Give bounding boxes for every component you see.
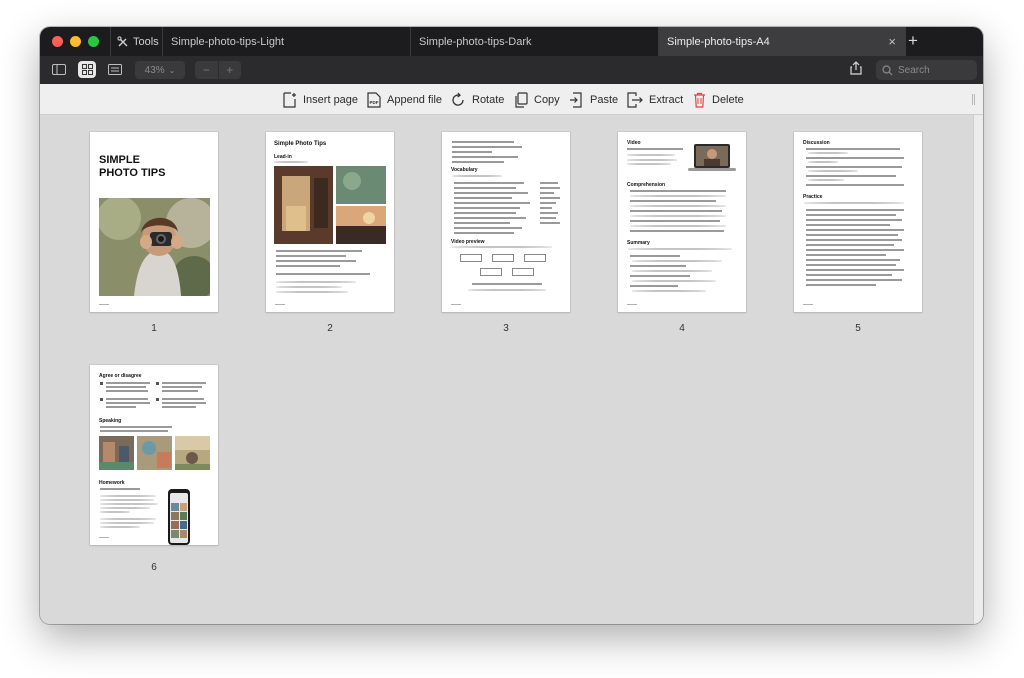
share-icon [850, 61, 862, 75]
tools-icon [117, 35, 128, 46]
page-footer [451, 304, 461, 305]
sidebar-toggle-button[interactable] [50, 61, 68, 78]
copy-label: Copy [534, 94, 560, 106]
section-heading: Summary [627, 240, 650, 246]
lead-in-photos [274, 166, 386, 244]
chevron-down-icon: ⌄ [168, 65, 176, 75]
section-heading: Video [627, 140, 641, 146]
sidebar-icon [52, 64, 66, 75]
rotate-icon [452, 92, 464, 106]
page-thumbnail-2[interactable]: Simple Photo Tips Lead-in [266, 132, 394, 312]
page-number-1: 1 [151, 323, 157, 334]
page-number-6: 6 [151, 562, 157, 573]
search-field[interactable]: Search [876, 60, 977, 80]
app-window: Tools Simple-photo-tips-Light Simple-pho… [40, 27, 983, 624]
share-button[interactable] [850, 61, 862, 80]
section-heading: Vocabulary [451, 167, 478, 173]
section-heading: Speaking [99, 418, 122, 424]
close-window-button[interactable] [52, 36, 63, 47]
section-heading: Comprehension [627, 182, 666, 188]
section-heading: Agree or disagree [99, 373, 142, 379]
page-view-button[interactable] [106, 61, 124, 78]
pdf-file-icon: PDF [367, 92, 381, 108]
page-thumbnail-3[interactable]: Vocabulary Video preview [442, 132, 570, 312]
search-placeholder: Search [898, 64, 930, 76]
page-grid: SIMPLE PHOTO TIPS 1 Simple Photo Tips Le… [40, 115, 973, 624]
tab-label: Simple-photo-tips-Light [171, 35, 285, 48]
tools-tab[interactable]: Tools [110, 27, 162, 56]
insert-page-label: Insert page [303, 94, 359, 106]
extract-button[interactable]: Extract [627, 91, 683, 109]
section-heading: Video preview [451, 239, 485, 245]
page-footer [627, 304, 637, 305]
tab-simple-photo-tips-dark[interactable]: Simple-photo-tips-Dark [410, 27, 658, 56]
page-footer [99, 304, 109, 305]
zoom-out-button[interactable]: − [195, 61, 218, 79]
append-file-button[interactable]: PDF Append file [367, 91, 442, 109]
insert-page-button[interactable]: Insert page [283, 91, 358, 109]
page-actions-toolbar: Insert page PDF Append file Rotate Copy [40, 84, 983, 115]
page-number-3: 3 [503, 323, 509, 334]
delete-label: Delete [712, 94, 744, 106]
page-title: Simple Photo Tips [274, 141, 327, 147]
svg-text:PDF: PDF [370, 100, 379, 105]
grid-view-button[interactable] [78, 61, 96, 78]
search-icon [882, 64, 893, 75]
page-thumbnail-1[interactable]: SIMPLE PHOTO TIPS [90, 132, 218, 312]
zoom-value: 43% [144, 64, 165, 76]
page-footer [803, 304, 813, 305]
window-controls [52, 36, 99, 47]
extract-icon [627, 92, 643, 108]
zoom-in-button[interactable]: + [217, 61, 242, 79]
zoom-stepper: − + [195, 61, 241, 79]
paste-icon [570, 92, 582, 108]
section-heading: Discussion [803, 140, 830, 146]
copy-icon [515, 92, 528, 108]
page-thumbnail-4[interactable]: Video Comprehension Summary [618, 132, 746, 312]
page-number-2: 2 [327, 323, 333, 334]
tab-simple-photo-tips-a4[interactable]: Simple-photo-tips-A4 × [658, 27, 906, 56]
speaking-photos [99, 436, 210, 470]
new-tab-button[interactable]: + [908, 31, 918, 51]
tab-label: Simple-photo-tips-A4 [667, 35, 770, 48]
page-number-4: 4 [679, 323, 685, 334]
page-footer [99, 537, 109, 538]
copy-button[interactable]: Copy [514, 91, 560, 109]
zoom-select[interactable]: 43% ⌄ [135, 61, 185, 79]
section-heading: Homework [99, 480, 125, 486]
paste-button[interactable]: Paste [569, 91, 618, 109]
page-layout-icon [108, 64, 122, 75]
zoom-window-button[interactable] [88, 36, 99, 47]
page-thumbnail-5[interactable]: Discussion Practice [794, 132, 922, 312]
page-number-5: 5 [855, 323, 861, 334]
section-heading: Practice [803, 194, 823, 200]
delete-button[interactable]: Delete [693, 91, 744, 109]
minimize-window-button[interactable] [70, 36, 81, 47]
phone-image [168, 489, 190, 545]
page-title: SIMPLE PHOTO TIPS [99, 154, 166, 179]
paste-label: Paste [590, 94, 619, 106]
grid-icon [81, 64, 93, 75]
tab-simple-photo-tips-light[interactable]: Simple-photo-tips-Light [162, 27, 410, 56]
toolbar-grip[interactable] [972, 94, 975, 105]
video-laptop-image [688, 144, 736, 171]
tools-label: Tools [133, 35, 159, 48]
trash-icon [694, 92, 705, 108]
close-tab-icon[interactable]: × [888, 34, 896, 49]
extract-label: Extract [649, 94, 684, 106]
vertical-scrollbar[interactable] [973, 115, 983, 624]
insert-page-icon [283, 92, 296, 108]
append-file-label: Append file [387, 94, 443, 106]
section-heading: Lead-in [274, 154, 292, 160]
rotate-button[interactable]: Rotate [450, 91, 504, 109]
rotate-label: Rotate [472, 94, 505, 106]
page-footer [275, 304, 285, 305]
view-toolbar: 43% ⌄ − + Search [40, 56, 983, 84]
cover-photo [99, 198, 210, 296]
tab-bar: Tools Simple-photo-tips-Light Simple-pho… [40, 27, 983, 56]
page-thumbnail-6[interactable]: Agree or disagree Speaking Homework [90, 365, 218, 545]
tab-label: Simple-photo-tips-Dark [419, 35, 532, 48]
